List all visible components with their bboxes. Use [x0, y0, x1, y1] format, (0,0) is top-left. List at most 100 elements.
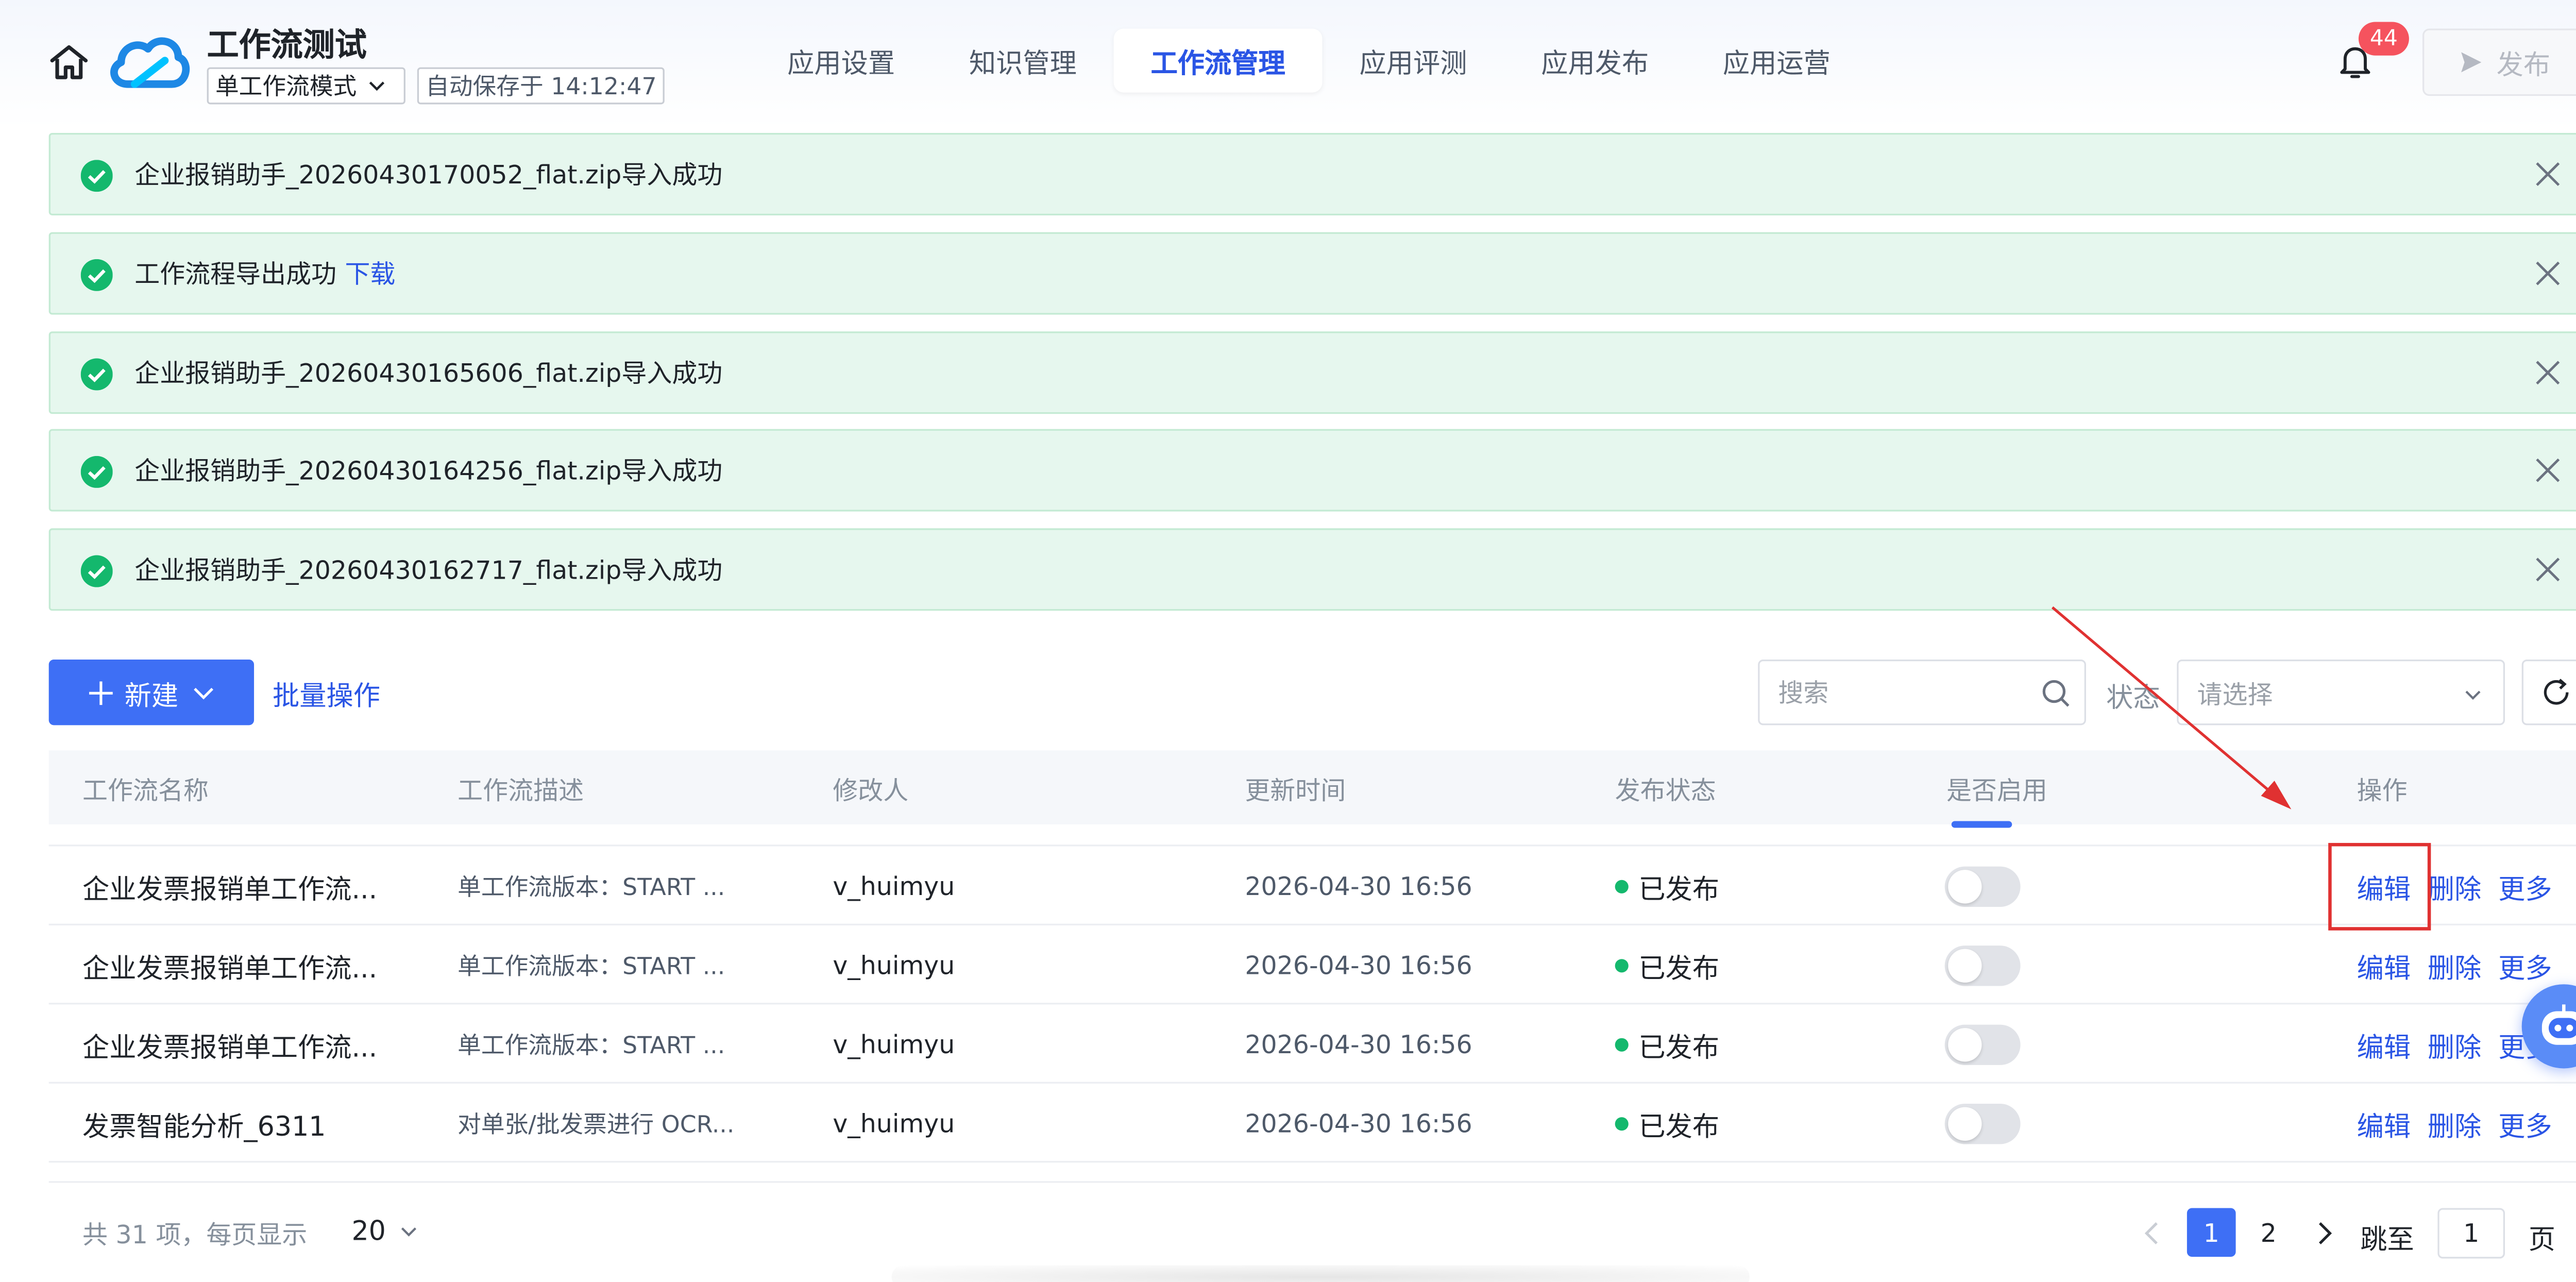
row-actions: 编辑 删除 更多 — [2357, 1084, 2569, 1162]
page-2-button[interactable]: 2 — [2244, 1208, 2293, 1257]
publish-status: 已发布 — [1615, 925, 1719, 1004]
notice-item: 工作流程导出成功 下载 — [48, 232, 2576, 315]
notice-text: 企业报销助手_20260430170052_flat.zip导入成功 — [134, 160, 723, 190]
home-icon[interactable] — [47, 42, 91, 82]
prev-page-icon[interactable] — [2140, 1218, 2163, 1249]
close-icon[interactable] — [2535, 360, 2561, 385]
workflow-desc: 单工作流版本：START ... — [457, 874, 725, 901]
modifier: v_huimyu — [833, 950, 955, 981]
mode-select-value: 单工作流模式 — [215, 74, 357, 101]
workflow-name[interactable]: 企业发票报销单工作流... — [82, 846, 377, 925]
more-button[interactable]: 更多 — [2498, 866, 2552, 906]
workflow-desc: 单工作流版本：START ... — [457, 1032, 725, 1059]
tab-operations[interactable]: 应用运营 — [1686, 29, 1868, 93]
modifier: v_huimyu — [833, 1108, 955, 1138]
notice-text: 工作流程导出成功 — [134, 259, 337, 290]
workflow-desc: 单工作流版本：START ... — [457, 953, 725, 981]
notice-text: 企业报销助手_20260430165606_flat.zip导入成功 — [134, 358, 723, 389]
modifier: v_huimyu — [833, 870, 955, 901]
jump-page-input[interactable] — [2437, 1208, 2505, 1259]
more-button[interactable]: 更多 — [2498, 944, 2552, 985]
main-nav: 应用设置 知识管理 工作流管理 应用评测 应用发布 应用运营 — [750, 28, 1868, 93]
scroll-indicator — [1951, 821, 2012, 828]
check-circle-icon — [80, 555, 113, 587]
chevron-down-icon — [402, 1226, 417, 1236]
refresh-icon — [2544, 679, 2569, 705]
status-dot-icon — [1615, 879, 1629, 893]
delete-button[interactable]: 删除 — [2428, 1024, 2482, 1064]
update-time: 2026-04-30 16:56 — [1245, 950, 1472, 981]
table-row: 企业发票报销单工作流... 单工作流版本：START ... v_huimyu … — [48, 846, 2576, 925]
table-row: 企业发票报销单工作流... 单工作流版本：START ... v_huimyu … — [48, 925, 2576, 1005]
more-button[interactable]: 更多 — [2498, 1103, 2552, 1143]
check-circle-icon — [80, 358, 113, 391]
row-actions: 编辑 删除 更多 — [2357, 925, 2569, 1004]
update-time: 2026-04-30 16:56 — [1245, 1028, 1472, 1059]
mode-select[interactable]: 单工作流模式 — [207, 67, 405, 105]
check-circle-icon — [80, 160, 113, 192]
edit-button[interactable]: 编辑 — [2357, 944, 2411, 985]
download-link[interactable]: 下载 — [345, 256, 395, 291]
plus-icon — [89, 680, 113, 704]
publish-status: 已发布 — [1615, 1084, 1719, 1162]
cloud-logo — [110, 37, 190, 88]
next-page-icon[interactable] — [2313, 1218, 2337, 1249]
notice-item: 企业报销助手_20260430164256_flat.zip导入成功 — [48, 429, 2576, 512]
workflow-name[interactable]: 企业发票报销单工作流... — [82, 1004, 377, 1083]
column-header: 工作流描述 — [457, 775, 584, 806]
column-header: 是否启用 — [1946, 775, 2047, 806]
total-count: 共 31 项，每页显示 — [82, 1220, 308, 1251]
close-icon[interactable] — [2535, 458, 2561, 483]
top-header: 工作流测试 单工作流模式 自动保存于 14:12:47 应用设置 知识管理 工作… — [0, 0, 2576, 128]
annotation-arrow-icon — [2051, 606, 2292, 809]
page-1-button[interactable]: 1 — [2187, 1208, 2236, 1257]
page-size-select[interactable]: 20 — [351, 1215, 419, 1247]
refresh-button[interactable] — [2521, 659, 2576, 726]
new-button-label: 新建 — [124, 679, 179, 711]
new-button[interactable]: 新建 — [48, 659, 255, 726]
enable-toggle[interactable] — [1944, 865, 2021, 906]
publish-status-text: 已发布 — [1638, 872, 1720, 905]
column-header: 发布状态 — [1615, 775, 1716, 806]
robot-icon — [2541, 1004, 2576, 1045]
close-icon[interactable] — [2535, 161, 2561, 187]
publish-button[interactable]: 发布 — [2422, 28, 2576, 96]
workflow-name[interactable]: 企业发票报销单工作流... — [82, 925, 377, 1004]
column-header: 更新时间 — [1245, 775, 1346, 806]
update-time: 2026-04-30 16:56 — [1245, 1108, 1472, 1138]
edit-button[interactable]: 编辑 — [2357, 1103, 2411, 1143]
edit-button[interactable]: 编辑 — [2357, 1024, 2411, 1064]
tab-knowledge[interactable]: 知识管理 — [932, 29, 1114, 93]
chevron-down-icon — [369, 81, 385, 91]
status-dot-icon — [1615, 1116, 1629, 1130]
close-icon[interactable] — [2535, 261, 2561, 286]
publish-label: 发布 — [2496, 48, 2551, 81]
close-icon[interactable] — [2535, 557, 2561, 582]
delete-button[interactable]: 删除 — [2428, 866, 2482, 906]
publish-status: 已发布 — [1615, 1004, 1719, 1083]
tab-app-settings[interactable]: 应用设置 — [750, 29, 932, 93]
enable-toggle[interactable] — [1944, 944, 2021, 985]
status-dot-icon — [1615, 958, 1629, 972]
enable-cell — [1944, 1004, 2021, 1083]
delete-button[interactable]: 删除 — [2428, 1103, 2482, 1143]
workflow-name[interactable]: 发票智能分析_6311 — [82, 1084, 326, 1162]
notice-text: 企业报销助手_20260430164256_flat.zip导入成功 — [134, 456, 723, 486]
tab-evaluation[interactable]: 应用评测 — [1323, 29, 1504, 93]
page-size-value: 20 — [351, 1214, 386, 1247]
chevron-down-icon — [2465, 690, 2481, 700]
tab-release[interactable]: 应用发布 — [1504, 29, 1686, 93]
table-row: 企业发票报销单工作流... 单工作流版本：START ... v_huimyu … — [48, 1004, 2576, 1084]
enable-toggle[interactable] — [1944, 1103, 2021, 1143]
publish-status: 已发布 — [1615, 846, 1719, 925]
column-header: 修改人 — [833, 775, 909, 806]
publish-status-text: 已发布 — [1638, 1030, 1720, 1063]
batch-operation-link[interactable]: 批量操作 — [273, 673, 380, 713]
notification-badge: 44 — [2358, 22, 2409, 56]
enable-toggle[interactable] — [1944, 1023, 2021, 1065]
notice-item: 企业报销助手_20260430170052_flat.zip导入成功 — [48, 132, 2576, 215]
search-input[interactable] — [1778, 674, 2031, 712]
tab-workflow[interactable]: 工作流管理 — [1113, 28, 1323, 93]
delete-button[interactable]: 删除 — [2428, 944, 2482, 985]
status-dot-icon — [1615, 1037, 1629, 1051]
